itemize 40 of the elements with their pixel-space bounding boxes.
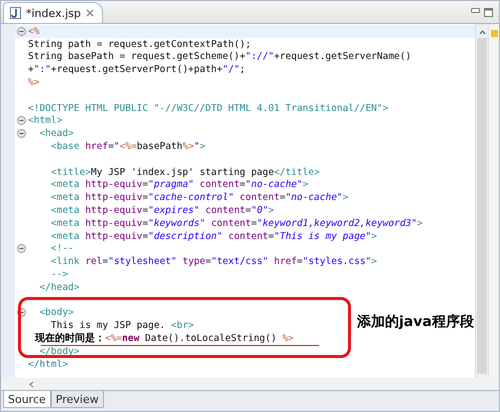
- code-line: This is my JSP page. <br>: [50, 320, 194, 332]
- fold-icon[interactable]: [17, 116, 26, 126]
- code-line: <meta http-equiv="keywords" content="keyword1,keyword2,keyword3">: [50, 218, 423, 229]
- editor-page-tab[interactable]: Preview: [50, 391, 104, 408]
- minimize-icon[interactable]: [471, 8, 480, 13]
- code-line: </head>: [38, 282, 80, 293]
- scroll-up-icon[interactable]: [478, 30, 486, 35]
- code-line: <link rel="stylesheet" type="text/css" href="styles.css">: [50, 256, 378, 268]
- code-line: 现在的时间是：<%=new Date().toLocaleString() %>: [34, 333, 294, 344]
- code-line: +":"+request.getServerPort()+path+"/";: [28, 64, 246, 76]
- fold-icon[interactable]: [17, 129, 26, 138]
- code-line: <!DOCTYPE HTML PUBLIC "-//W3C//DTD HTML 4.01 Transitional//EN">: [28, 102, 388, 114]
- fold-icon[interactable]: [17, 26, 26, 36]
- fold-icon[interactable]: [17, 244, 26, 254]
- code-line: %>: [28, 77, 40, 88]
- code-line: <%: [28, 26, 40, 37]
- code-line: <meta http-equiv="cache-control" content="no-cache">: [50, 192, 348, 204]
- warning-marker-icon: [490, 30, 498, 37]
- code-line: <meta http-equiv="expires" content="0">: [50, 205, 274, 216]
- code-line: String path = request.getContextPath();: [28, 38, 252, 50]
- jsp-file-icon: [10, 7, 21, 19]
- editor-page-tab[interactable]: Source: [3, 391, 51, 408]
- code-line: String basePath = request.getScheme()+"://"+request.getServerName(): [28, 51, 412, 62]
- annotation-label: 添加的java程序段: [357, 313, 474, 331]
- code-line: <meta http-equiv="pragma" content="no-cache">: [50, 179, 308, 190]
- code-line: </body>: [38, 346, 80, 357]
- code-line: <body>: [38, 307, 74, 318]
- maximize-icon[interactable]: [484, 8, 493, 17]
- code-line: </html>: [28, 358, 68, 370]
- code-line: <!--: [50, 243, 74, 254]
- code-line: <meta http-equiv="description" content="This is my page">: [50, 230, 377, 242]
- code-line: <head>: [38, 128, 74, 140]
- code-line: -->: [50, 269, 68, 280]
- code-line: <title>My JSP 'index.jsp' starting page</title>: [50, 166, 320, 178]
- editor-tab[interactable]: *index.jsp: [3, 2, 103, 23]
- code-line: <html>: [28, 115, 62, 126]
- close-icon[interactable]: [86, 9, 94, 17]
- code-line: <base href="<%=basePath%>">: [50, 141, 206, 152]
- scrollbar-thumb[interactable]: [477, 38, 487, 374]
- scroll-left-icon[interactable]: [29, 380, 34, 388]
